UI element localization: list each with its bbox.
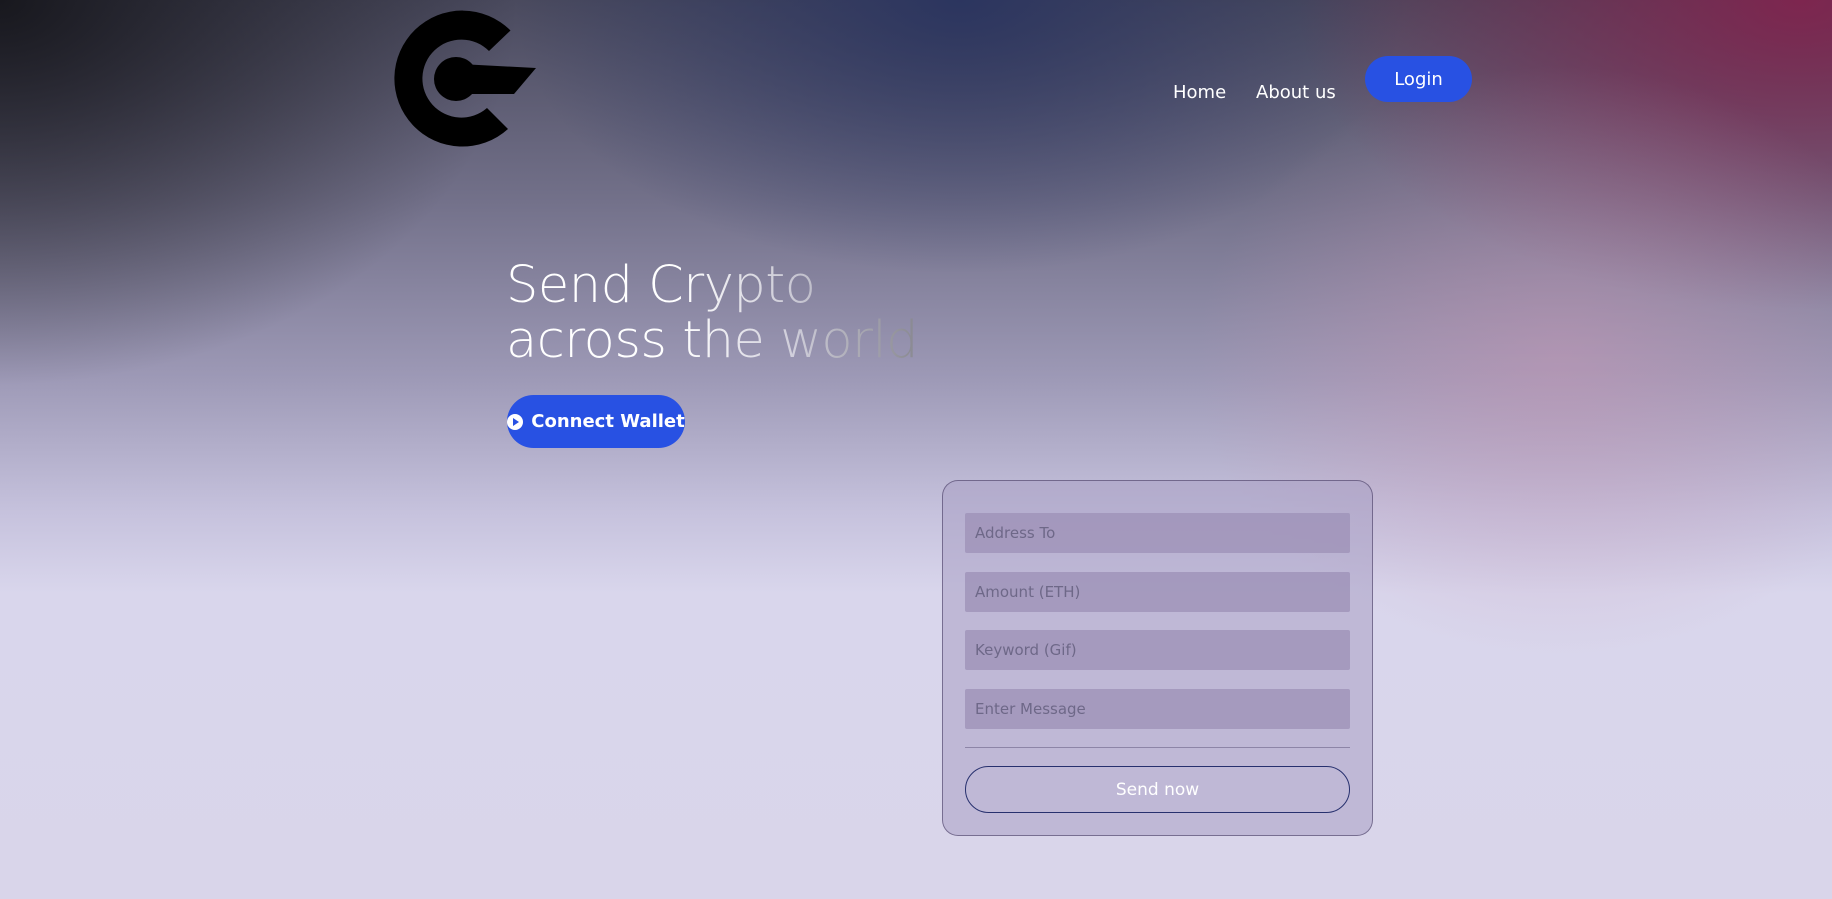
hero-title: Send Crypto across the world: [506, 258, 919, 370]
message-input[interactable]: [965, 689, 1350, 729]
hero-title-line-1: Send Crypto: [506, 258, 918, 313]
hero-title-line-2: across the world: [506, 311, 919, 370]
address-to-input[interactable]: [965, 513, 1350, 553]
nav-home-link[interactable]: Home: [1173, 69, 1226, 115]
connect-wallet-label: Connect Wallet: [531, 411, 685, 432]
form-divider: [965, 747, 1350, 748]
connect-wallet-button[interactable]: Connect Wallet: [507, 395, 685, 448]
login-button[interactable]: Login: [1365, 56, 1472, 102]
crypto-c-logo-icon[interactable]: [390, 10, 536, 148]
play-circle-icon: [507, 413, 524, 430]
send-now-button[interactable]: Send now: [965, 766, 1350, 813]
send-form-card: Send now: [942, 480, 1373, 836]
keyword-gif-input[interactable]: [965, 630, 1350, 670]
nav-about-link[interactable]: About us: [1256, 69, 1336, 115]
amount-eth-input[interactable]: [965, 572, 1350, 612]
page-background: [0, 0, 1832, 899]
